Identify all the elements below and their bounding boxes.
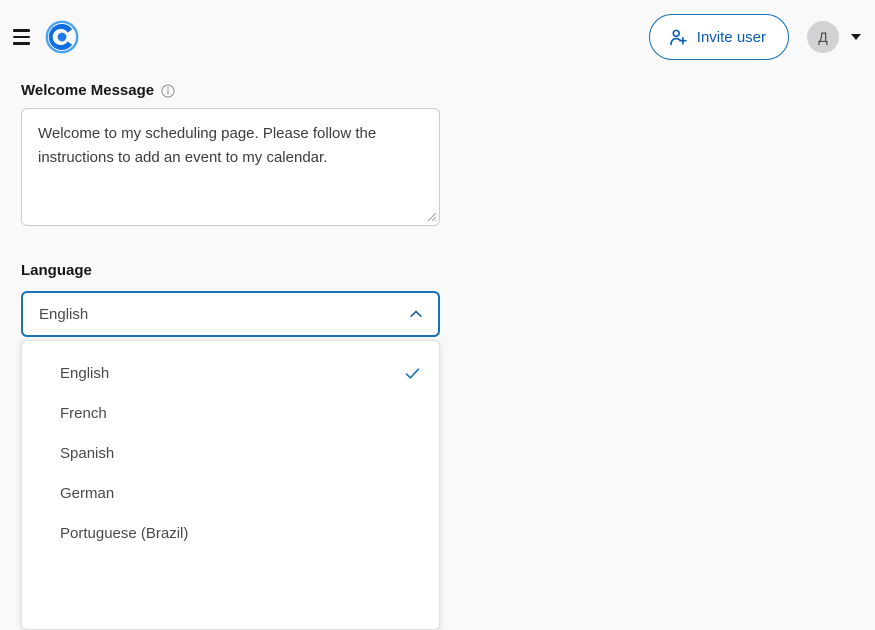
chevron-up-icon[interactable]: [408, 306, 424, 322]
avatar[interactable]: Д: [807, 21, 839, 53]
hamburger-line: [12, 42, 30, 45]
language-dropdown-menu[interactable]: English French Spanish German Portuguese: [21, 340, 440, 630]
hamburger-line: [12, 35, 30, 39]
calendly-logo-icon[interactable]: [45, 20, 79, 54]
user-plus-icon: [669, 29, 687, 45]
language-option[interactable]: Spanish: [22, 433, 439, 473]
avatar-initials: Д: [818, 29, 828, 45]
language-option-label: German: [60, 484, 115, 502]
info-circle-icon[interactable]: [161, 84, 175, 98]
invite-user-button[interactable]: Invite user: [648, 14, 789, 60]
hamburger-line: [12, 29, 30, 32]
language-option-label: Spanish: [60, 444, 115, 462]
language-select[interactable]: English: [21, 291, 440, 337]
hamburger-menu-icon[interactable]: [8, 24, 34, 50]
language-option[interactable]: German: [22, 473, 439, 513]
language-select-value: English: [39, 305, 89, 323]
language-option-label: Portuguese (Brazil): [60, 524, 189, 542]
welcome-message-label: Welcome Message: [21, 82, 155, 99]
caret-down-icon[interactable]: [851, 34, 861, 40]
language-option[interactable]: English: [22, 353, 439, 393]
language-option[interactable]: Portuguese (Brazil): [22, 513, 439, 553]
language-label: Language: [21, 262, 92, 279]
invite-user-label: Invite user: [696, 28, 766, 46]
language-option[interactable]: French: [22, 393, 439, 433]
check-icon: [405, 367, 420, 379]
welcome-message-input[interactable]: [21, 108, 440, 226]
language-option-label: French: [60, 404, 107, 422]
welcome-message-label-row: Welcome Message: [21, 82, 875, 100]
app-header: Invite user Д: [0, 0, 875, 74]
language-option-label: English: [60, 364, 110, 382]
settings-form: Welcome Message Language English English…: [0, 74, 875, 630]
